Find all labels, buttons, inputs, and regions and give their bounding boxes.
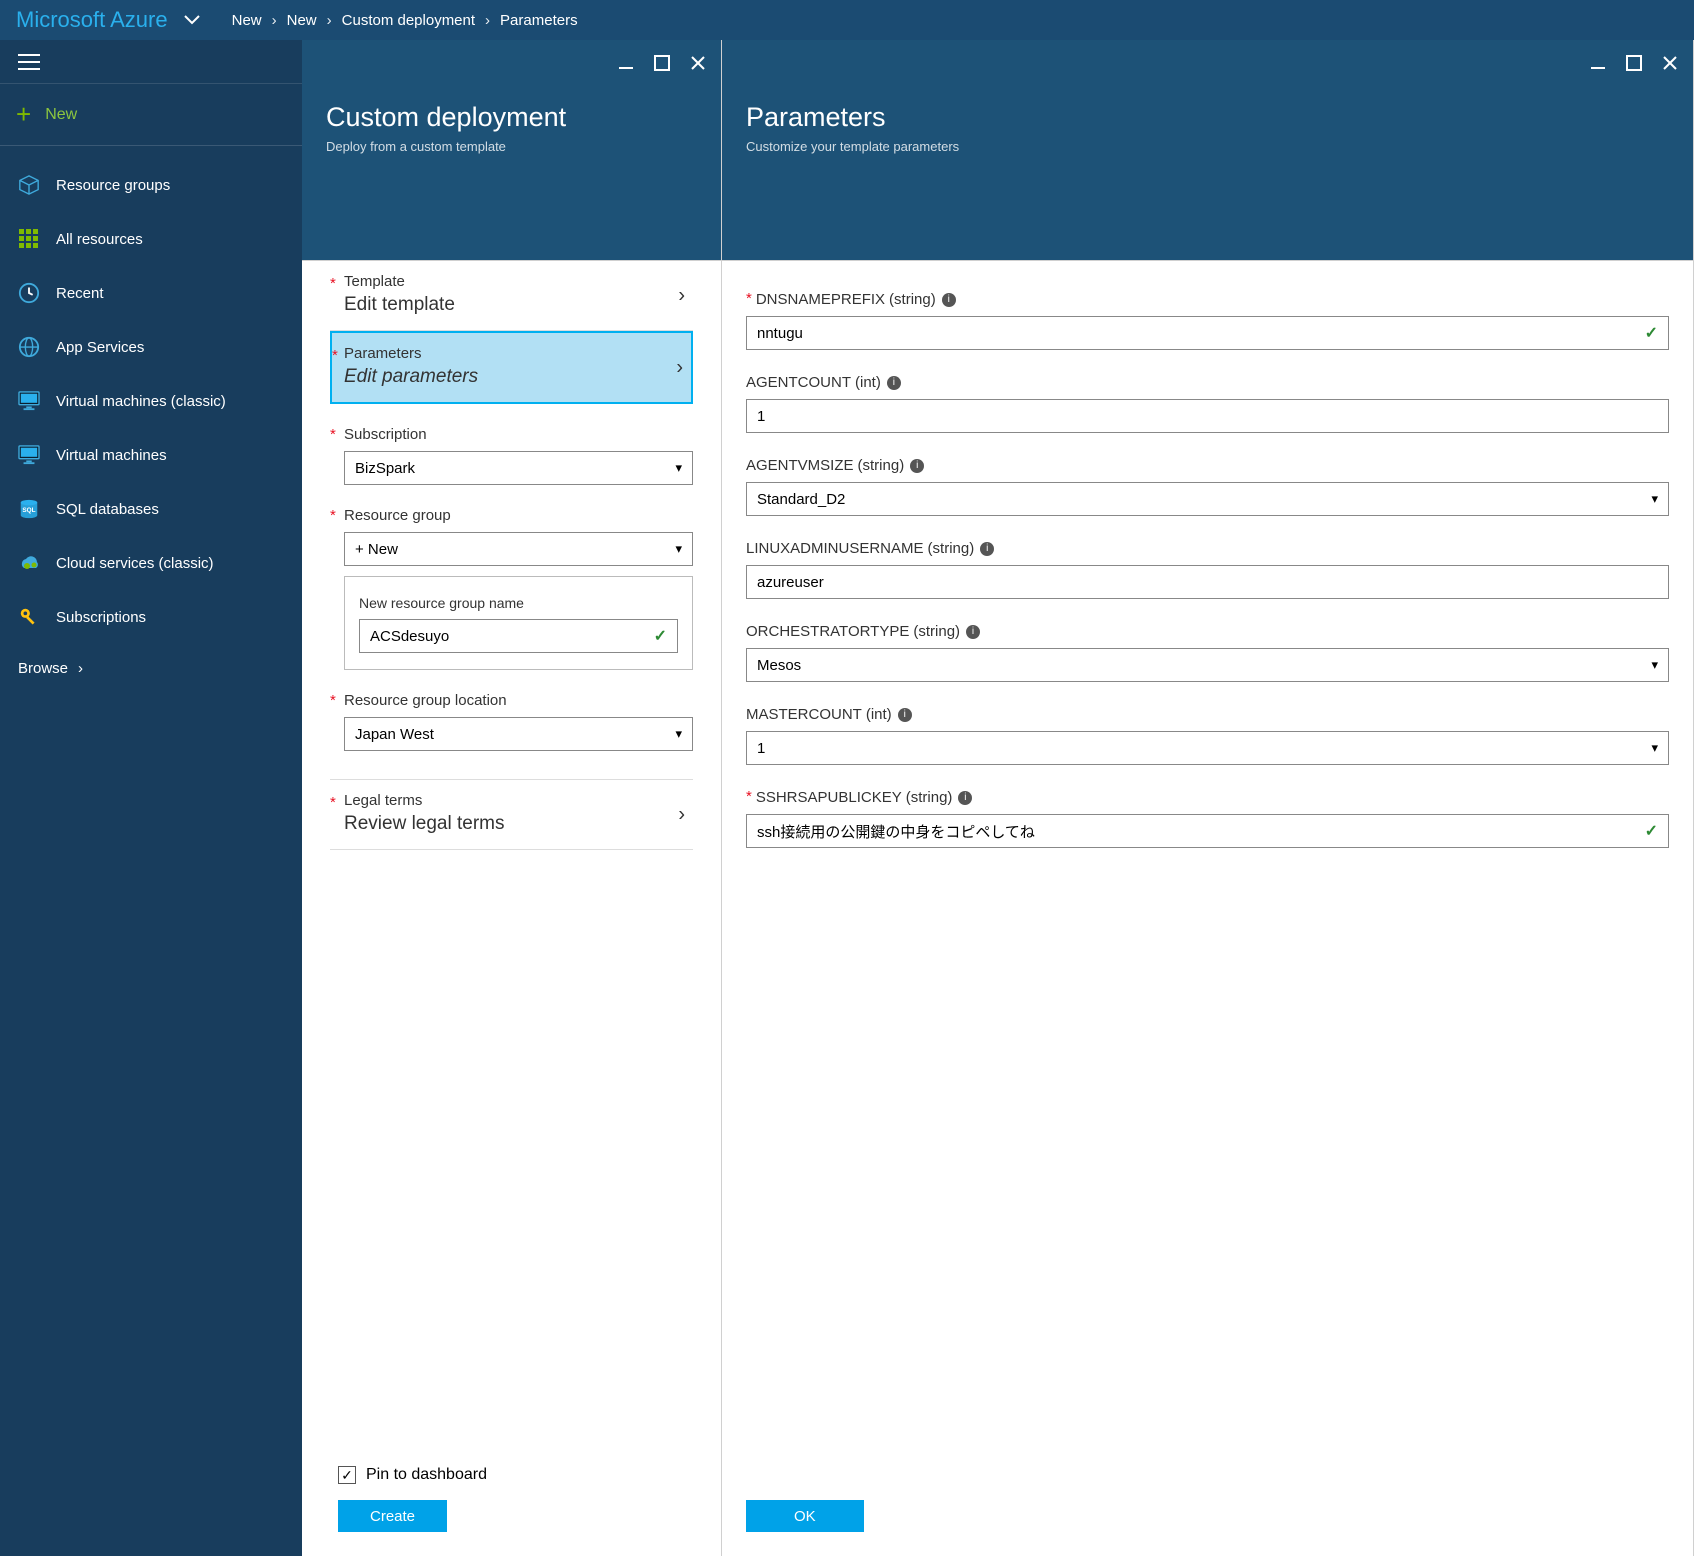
info-icon[interactable]: i bbox=[966, 625, 980, 639]
param-orchestratortype: ORCHESTRATORTYPE (string) i Mesos ▾ bbox=[746, 623, 1669, 682]
info-icon[interactable]: i bbox=[958, 791, 972, 805]
param-agentcount: AGENTCOUNT (int) i 1 bbox=[746, 374, 1669, 433]
maximize-icon[interactable] bbox=[653, 54, 671, 72]
row-legal-terms[interactable]: * Legal terms Review legal terms › bbox=[330, 779, 693, 850]
clock-icon bbox=[16, 280, 42, 306]
rg-location-select[interactable]: Japan West ▾ bbox=[344, 717, 693, 751]
new-resource-group-box: New resource group name ACSdesuyo ✓ bbox=[344, 576, 693, 670]
nav-sql[interactable]: SQL SQL databases bbox=[0, 482, 302, 536]
chevron-down-icon: ▾ bbox=[1651, 657, 1658, 673]
crumb-2[interactable]: Custom deployment bbox=[342, 12, 475, 29]
brand[interactable]: Microsoft Azure bbox=[16, 7, 168, 33]
nav-resource-groups[interactable]: Resource groups bbox=[0, 158, 302, 212]
chevron-right-icon: › bbox=[272, 12, 277, 29]
blade-subtitle: Customize your template parameters bbox=[746, 139, 1693, 154]
info-icon[interactable]: i bbox=[942, 293, 956, 307]
crumb-0[interactable]: New bbox=[232, 12, 262, 29]
cube-icon bbox=[16, 172, 42, 198]
nav-recent[interactable]: Recent bbox=[0, 266, 302, 320]
crumb-3[interactable]: Parameters bbox=[500, 12, 578, 29]
agentvmsize-select[interactable]: Standard_D2 ▾ bbox=[746, 482, 1669, 516]
sshrsapublickey-input[interactable]: ssh接続用の公開鍵の中身をコピペしてね ✓ bbox=[746, 814, 1669, 848]
breadcrumb: New › New › Custom deployment › Paramete… bbox=[232, 12, 578, 29]
info-icon[interactable]: i bbox=[980, 542, 994, 556]
dnsnameprefix-input[interactable]: nntugu ✓ bbox=[746, 316, 1669, 350]
close-icon[interactable] bbox=[689, 54, 707, 72]
new-rg-name-input[interactable]: ACSdesuyo ✓ bbox=[359, 619, 678, 653]
info-icon[interactable]: i bbox=[887, 376, 901, 390]
ok-button[interactable]: OK bbox=[746, 1500, 864, 1532]
nav-app-services[interactable]: App Services bbox=[0, 320, 302, 374]
chevron-down-icon: ▾ bbox=[675, 726, 682, 742]
chevron-right-icon: › bbox=[485, 12, 490, 29]
hamburger-button[interactable] bbox=[0, 40, 302, 84]
resource-group-select[interactable]: + New ▾ bbox=[344, 532, 693, 566]
linuxadminusername-input[interactable]: azureuser bbox=[746, 565, 1669, 599]
blade-subtitle: Deploy from a custom template bbox=[326, 139, 721, 154]
crumb-1[interactable]: New bbox=[287, 12, 317, 29]
chevron-down-icon: ▾ bbox=[1651, 740, 1658, 756]
close-icon[interactable] bbox=[1661, 54, 1679, 72]
minimize-icon[interactable] bbox=[617, 54, 635, 72]
orchestratortype-select[interactable]: Mesos ▾ bbox=[746, 648, 1669, 682]
info-icon[interactable]: i bbox=[910, 459, 924, 473]
pin-to-dashboard-checkbox[interactable]: ✓ Pin to dashboard bbox=[338, 1466, 693, 1484]
blade-parameters: Parameters Customize your template param… bbox=[722, 40, 1694, 1556]
chevron-right-icon: › bbox=[676, 356, 683, 379]
nav-vm[interactable]: Virtual machines bbox=[0, 428, 302, 482]
param-mastercount: MASTERCOUNT (int) i 1 ▾ bbox=[746, 706, 1669, 765]
nav-all-resources[interactable]: All resources bbox=[0, 212, 302, 266]
brand-dropdown-icon[interactable] bbox=[184, 15, 200, 25]
monitor-icon bbox=[16, 388, 42, 414]
checkbox-icon: ✓ bbox=[338, 1466, 356, 1484]
top-bar: Microsoft Azure New › New › Custom deplo… bbox=[0, 0, 1694, 40]
nav-cloud-services[interactable]: Cloud services (classic) bbox=[0, 536, 302, 590]
info-icon[interactable]: i bbox=[898, 708, 912, 722]
monitor-icon bbox=[16, 442, 42, 468]
field-rg-location: * Resource group location Japan West ▾ bbox=[330, 692, 693, 751]
maximize-icon[interactable] bbox=[1625, 54, 1643, 72]
minimize-icon[interactable] bbox=[1589, 54, 1607, 72]
field-subscription: * Subscription BizSpark ▾ bbox=[330, 426, 693, 485]
chevron-down-icon: ▾ bbox=[675, 541, 682, 557]
create-button[interactable]: Create bbox=[338, 1500, 447, 1532]
sql-icon: SQL bbox=[16, 496, 42, 522]
param-dnsnameprefix: * DNSNAMEPREFIX (string) i nntugu ✓ bbox=[746, 291, 1669, 350]
mastercount-select[interactable]: 1 ▾ bbox=[746, 731, 1669, 765]
check-icon: ✓ bbox=[1645, 821, 1658, 841]
blade-title: Parameters bbox=[746, 40, 1693, 133]
agentcount-input[interactable]: 1 bbox=[746, 399, 1669, 433]
nav-new-label: New bbox=[45, 106, 77, 124]
nav-vm-classic[interactable]: Virtual machines (classic) bbox=[0, 374, 302, 428]
param-sshrsapublickey: * SSHRSAPUBLICKEY (string) i ssh接続用の公開鍵の… bbox=[746, 789, 1669, 848]
chevron-right-icon: › bbox=[78, 660, 83, 677]
row-parameters[interactable]: * Parameters Edit parameters › bbox=[330, 331, 693, 404]
chevron-down-icon: ▾ bbox=[1651, 491, 1658, 507]
globe-icon bbox=[16, 334, 42, 360]
grid-icon bbox=[16, 226, 42, 252]
nav-subscriptions[interactable]: Subscriptions bbox=[0, 590, 302, 644]
chevron-right-icon: › bbox=[678, 803, 685, 826]
cloud-gear-icon bbox=[16, 550, 42, 576]
field-resource-group: * Resource group + New ▾ bbox=[330, 507, 693, 566]
svg-text:SQL: SQL bbox=[22, 507, 35, 514]
param-linuxadminusername: LINUXADMINUSERNAME (string) i azureuser bbox=[746, 540, 1669, 599]
param-agentvmsize: AGENTVMSIZE (string) i Standard_D2 ▾ bbox=[746, 457, 1669, 516]
check-icon: ✓ bbox=[654, 626, 667, 646]
blade-custom-deployment: Custom deployment Deploy from a custom t… bbox=[302, 40, 722, 1556]
subscription-select[interactable]: BizSpark ▾ bbox=[344, 451, 693, 485]
nav-new[interactable]: + New bbox=[0, 84, 302, 146]
chevron-down-icon: ▾ bbox=[675, 460, 682, 476]
left-nav: + New Resource groups All resources Rece… bbox=[0, 40, 302, 1556]
chevron-right-icon: › bbox=[678, 284, 685, 307]
nav-browse[interactable]: Browse › bbox=[0, 644, 302, 677]
chevron-right-icon: › bbox=[327, 12, 332, 29]
plus-icon: + bbox=[16, 99, 31, 130]
key-icon bbox=[16, 604, 42, 630]
check-icon: ✓ bbox=[1645, 323, 1658, 343]
row-template[interactable]: * Template Edit template › bbox=[330, 261, 693, 331]
